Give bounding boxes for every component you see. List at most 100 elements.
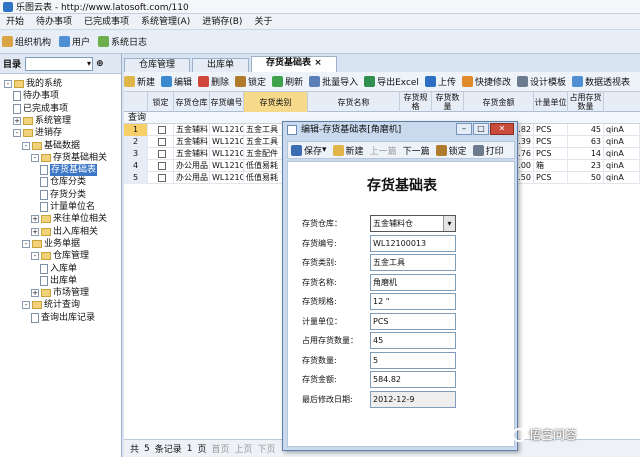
org-label: 组织机构 <box>15 38 52 48</box>
directory-filter[interactable] <box>25 56 94 71</box>
warehouse-select[interactable]: 五金辅料仓 ▾ <box>370 215 456 232</box>
field-input[interactable]: 12 " <box>370 293 456 310</box>
new-button[interactable]: 新建 <box>332 144 364 157</box>
field-input[interactable]: PCS <box>370 312 456 330</box>
column-header[interactable]: 存货规格 <box>400 92 432 112</box>
collapse-icon[interactable]: - <box>31 252 39 261</box>
lock-checkbox[interactable] <box>158 137 166 146</box>
tree-item[interactable]: + 出入库相关 <box>31 226 98 238</box>
column-header[interactable]: 存货类别 <box>244 92 308 112</box>
dialog-titlebar[interactable]: 编辑-存货基础表[角磨机] – □ ✕ <box>283 122 517 138</box>
print-button[interactable]: 打印 <box>472 144 504 157</box>
quick-edit-button[interactable]: 快捷修改 <box>461 75 511 88</box>
log-button[interactable]: 系统日志 <box>98 35 147 48</box>
column-header[interactable] <box>124 92 148 112</box>
pager-prev[interactable]: 上页 <box>235 442 253 455</box>
tree-item[interactable]: 待办事项 <box>13 90 59 102</box>
collapse-icon[interactable]: - <box>13 129 21 138</box>
field-input[interactable]: WL12100013 <box>370 234 456 252</box>
tree-item[interactable]: 仓库分类 <box>40 176 86 188</box>
export-excel-button[interactable]: 导出Excel <box>364 75 419 88</box>
expand-icon[interactable]: + <box>31 227 39 236</box>
org-button[interactable]: 组织机构 <box>2 35 51 48</box>
maximize-icon[interactable]: □ <box>473 123 489 135</box>
tab-inventory-base[interactable]: 存货基础表 × <box>251 56 337 72</box>
tree-item[interactable]: - 存货基础相关 <box>31 152 107 164</box>
lock-checkbox[interactable] <box>158 125 166 134</box>
column-header[interactable]: 占用存货数量 <box>568 92 604 112</box>
column-header[interactable]: 锁定 <box>148 92 174 112</box>
refresh-button[interactable]: 刷新 <box>272 75 303 88</box>
expand-icon[interactable]: + <box>31 215 39 224</box>
menu-inventory[interactable]: 进销存(B) <box>196 14 248 30</box>
close-icon[interactable]: ✕ <box>490 123 514 135</box>
tree-item[interactable]: 计量单位名 <box>40 201 95 213</box>
collapse-icon[interactable]: - <box>31 153 39 162</box>
tree-item[interactable]: + 系统管理 <box>13 115 71 127</box>
menu-about[interactable]: 关于 <box>248 14 278 30</box>
menu-system[interactable]: 系统管理(A) <box>135 14 196 30</box>
new-label: 新建 <box>137 78 156 88</box>
design-template-button[interactable]: 设计模板 <box>516 75 566 88</box>
edit-button[interactable]: 编辑 <box>161 75 192 88</box>
tree-item[interactable]: 查询出库记录 <box>31 312 95 324</box>
field-input[interactable]: 5 <box>370 351 456 369</box>
tab-outbound[interactable]: 出库单 <box>192 58 250 72</box>
tree-item[interactable]: - 统计查询 <box>22 299 80 311</box>
menu-start[interactable]: 开始 <box>0 14 30 30</box>
tree-item[interactable]: - 进销存 <box>13 127 62 139</box>
column-header[interactable]: 存货仓库 <box>174 92 210 112</box>
delete-button[interactable]: 删除 <box>198 75 229 88</box>
collapse-icon[interactable]: - <box>22 141 30 150</box>
lock-button[interactable]: 锁定 <box>235 75 266 88</box>
collapse-icon[interactable]: - <box>22 301 30 310</box>
tab-warehouse[interactable]: 仓库管理 <box>124 58 191 72</box>
field-input[interactable]: 45 <box>370 332 456 349</box>
tree-item[interactable]: + 来往单位相关 <box>31 213 107 225</box>
upload-button[interactable]: 上传 <box>424 75 456 88</box>
lock-checkbox[interactable] <box>158 161 166 170</box>
column-header[interactable]: 存货数量 <box>432 92 464 112</box>
tab-close-icon[interactable]: × <box>314 58 322 68</box>
tree-item[interactable]: - 仓库管理 <box>31 250 89 262</box>
tree-item[interactable]: 出库单 <box>40 275 77 287</box>
pivot-table-button[interactable]: 数据透视表 <box>571 75 630 88</box>
table-cell: PCS <box>534 136 568 148</box>
minimize-icon[interactable]: – <box>456 123 472 135</box>
field-input[interactable]: 五金工具 <box>370 254 456 271</box>
batch-import-button[interactable]: 批量导入 <box>309 75 358 88</box>
field-input[interactable]: 584.82 <box>370 371 456 388</box>
save-button[interactable]: 保存 ▾ <box>291 144 327 157</box>
column-header[interactable]: 存货编号 <box>210 92 244 112</box>
prev-button[interactable]: 上一篇 <box>370 144 397 157</box>
collapse-icon[interactable]: - <box>4 80 12 88</box>
column-header[interactable]: 存货金额 <box>464 92 534 112</box>
tree-item[interactable]: 存货分类 <box>40 189 86 201</box>
tree-item[interactable]: - 基础数据 <box>22 140 80 152</box>
column-header[interactable]: 存货名称 <box>308 92 400 112</box>
next-button[interactable]: 下一篇 <box>403 144 430 157</box>
lock-button[interactable]: 锁定 <box>435 144 467 157</box>
pin-icon[interactable]: ⊕ <box>96 59 104 69</box>
tree-item[interactable]: + 市场管理 <box>31 287 89 299</box>
new-button[interactable]: 新建 <box>124 75 155 88</box>
lock-checkbox[interactable] <box>158 149 166 158</box>
expand-icon[interactable]: + <box>13 116 21 125</box>
chevron-down-icon[interactable]: ▾ <box>443 216 455 231</box>
query-label: 查询 <box>128 113 147 123</box>
tree-item[interactable]: 入库单 <box>40 263 77 275</box>
lock-checkbox[interactable] <box>158 173 166 182</box>
pager-next[interactable]: 下页 <box>258 442 276 455</box>
expand-icon[interactable]: + <box>31 289 39 298</box>
menu-done[interactable]: 已完成事项 <box>78 14 135 30</box>
field-input[interactable]: 角磨机 <box>370 273 456 291</box>
menu-todo[interactable]: 待办事项 <box>30 14 78 30</box>
column-header[interactable]: 计量单位 <box>534 92 568 112</box>
user-button[interactable]: 用户 <box>59 35 90 48</box>
collapse-icon[interactable]: - <box>22 239 30 248</box>
tree-item[interactable]: - 业务单据 <box>22 238 80 250</box>
tree-item[interactable]: 已完成事项 <box>13 103 68 115</box>
tree-item[interactable]: - 我的系统 <box>4 78 62 90</box>
tree-item[interactable]: 存货基础表 <box>40 164 98 177</box>
pager-first[interactable]: 首页 <box>212 442 230 455</box>
